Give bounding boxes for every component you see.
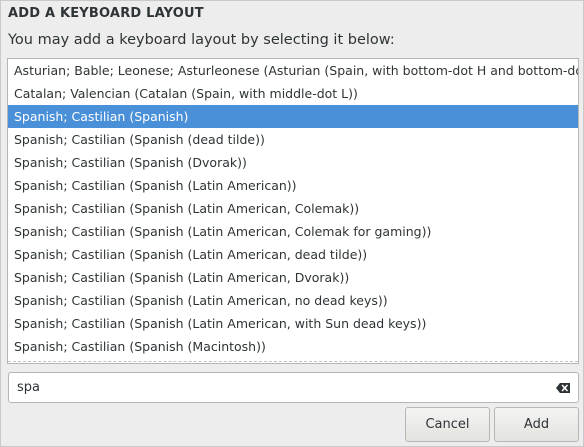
dialog-subtitle: You may add a keyboard layout by selecti…	[8, 32, 395, 48]
list-scroll-edge	[8, 361, 578, 362]
layout-list-item[interactable]: Spanish; Castilian (Spanish (Macintosh))	[8, 335, 578, 358]
edit-clear-icon[interactable]	[555, 380, 571, 396]
layout-list-item[interactable]: Spanish; Castilian (Spanish (Dvorak))	[8, 151, 578, 174]
layout-list-item[interactable]: Spanish; Castilian (Spanish (dead tilde)…	[8, 128, 578, 151]
layout-list-item[interactable]: Catalan; Valencian (Catalan (Spain, with…	[8, 82, 578, 105]
search-input[interactable]: spa	[8, 372, 579, 403]
layout-list-item[interactable]: Asturian; Bable; Leonese; Asturleonese (…	[8, 59, 578, 82]
keyboard-layout-list[interactable]: Asturian; Bable; Leonese; Asturleonese (…	[7, 58, 579, 364]
add-keyboard-layout-dialog: ADD A KEYBOARD LAYOUT You may add a keyb…	[0, 0, 584, 447]
layout-list-item[interactable]: Spanish; Castilian (Spanish (Latin Ameri…	[8, 289, 578, 312]
layout-list-item[interactable]: Spanish; Castilian (Spanish (Latin Ameri…	[8, 266, 578, 289]
search-input-text[interactable]: spa	[17, 373, 40, 402]
layout-list-item[interactable]: Spanish; Castilian (Spanish (Latin Ameri…	[8, 197, 578, 220]
layout-list-item-selected[interactable]: Spanish; Castilian (Spanish)	[8, 105, 578, 128]
layout-list-item[interactable]: Spanish; Castilian (Spanish (Latin Ameri…	[8, 312, 578, 335]
layout-list-item[interactable]: Spanish; Castilian (Spanish (Latin Ameri…	[8, 174, 578, 197]
layout-list-item[interactable]: Spanish; Castilian (Spanish (Latin Ameri…	[8, 220, 578, 243]
dialog-title: ADD A KEYBOARD LAYOUT	[8, 6, 204, 21]
cancel-button[interactable]: Cancel	[405, 407, 490, 442]
add-button[interactable]: Add	[494, 407, 579, 442]
layout-list-item[interactable]: Spanish; Castilian (Spanish (Latin Ameri…	[8, 243, 578, 266]
